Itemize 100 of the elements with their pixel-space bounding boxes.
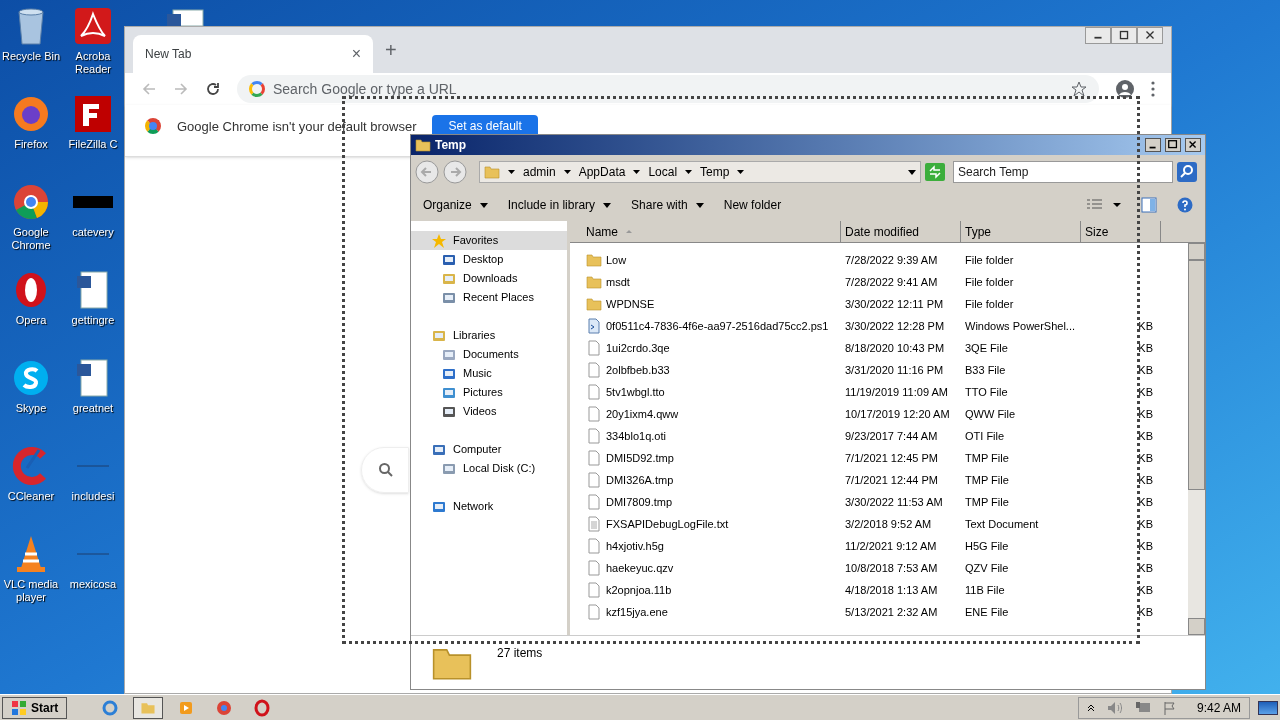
start-button[interactable]: Start xyxy=(2,696,68,719)
folder-icon xyxy=(586,274,602,290)
search-field[interactable]: Search Temp xyxy=(953,161,1173,183)
dropdown-icon[interactable] xyxy=(908,169,916,175)
file-name[interactable]: DMI7809.tmp xyxy=(606,493,673,511)
column-header[interactable]: Type xyxy=(961,221,1081,243)
desktop-icon-label[interactable]: greatnet xyxy=(72,402,114,428)
breadcrumb-item[interactable]: Local xyxy=(648,163,678,181)
desktop-icon-label[interactable]: Google Chrome xyxy=(0,226,62,252)
desktop-icon-label[interactable]: Acroba Reader xyxy=(62,50,124,76)
file-name[interactable]: Low xyxy=(606,251,627,269)
nav-item[interactable]: Libraries xyxy=(411,326,567,345)
toolbar-button[interactable]: Include in library xyxy=(507,196,612,214)
file-name[interactable]: kzf15jya.ene xyxy=(606,603,668,621)
caret-icon[interactable] xyxy=(685,170,693,174)
search-button[interactable] xyxy=(1177,162,1197,182)
desktop-icon[interactable] xyxy=(73,94,113,134)
file-name[interactable]: haekeyuc.qzv xyxy=(606,559,674,577)
nav-item[interactable]: Pictures xyxy=(411,383,567,402)
file-name[interactable]: 20y1ixm4.qww xyxy=(606,405,679,423)
scrollbar[interactable] xyxy=(1188,243,1205,635)
column-header[interactable]: Date modified xyxy=(841,221,961,243)
desktop-icon-label[interactable]: Skype xyxy=(15,402,47,428)
nav-item[interactable]: Videos xyxy=(411,402,567,421)
close-button[interactable] xyxy=(1137,27,1163,44)
reload-icon[interactable] xyxy=(205,81,221,97)
flag-icon[interactable] xyxy=(1162,700,1177,715)
nav-item[interactable]: Recent Places xyxy=(411,288,567,307)
help-icon[interactable] xyxy=(1177,197,1193,213)
column-header[interactable]: Name xyxy=(570,221,841,243)
nav-item[interactable]: Downloads xyxy=(411,269,567,288)
close-button[interactable] xyxy=(1185,138,1201,152)
network-icon[interactable] xyxy=(1134,700,1151,715)
desktop-icon-label[interactable]: VLC media player xyxy=(0,578,62,604)
infobar-message: Google Chrome isn't your default browser xyxy=(177,118,417,136)
nav-item[interactable]: Music xyxy=(411,364,567,383)
file-date: 3/30/2022 11:53 AM xyxy=(844,494,944,510)
toolbar-button[interactable]: New folder xyxy=(723,196,782,214)
file-name[interactable]: 334blo1q.oti xyxy=(606,427,666,445)
profile-icon[interactable] xyxy=(1115,79,1135,99)
nav-item[interactable]: Network xyxy=(411,497,567,516)
desktop-icon[interactable] xyxy=(11,358,51,398)
file-date: 11/19/2019 11:09 AM xyxy=(844,384,949,400)
address-bar[interactable]: admin AppData Local Temp xyxy=(479,161,921,183)
tab-close-button[interactable]: × xyxy=(351,42,361,66)
desktop-icon-label[interactable]: includesi xyxy=(71,490,115,516)
menu-icon[interactable] xyxy=(1151,81,1155,97)
new-tab-button[interactable]: + xyxy=(385,35,397,65)
bookmark-star-icon[interactable] xyxy=(1071,81,1087,97)
file-name[interactable]: msdt xyxy=(606,273,630,291)
breadcrumb-item[interactable]: admin xyxy=(523,163,556,181)
file-name[interactable]: DMI5D92.tmp xyxy=(606,449,674,467)
preview-pane-icon[interactable] xyxy=(1141,197,1157,213)
clock[interactable]: 9:42 AM xyxy=(1196,698,1241,717)
show-desktop-button[interactable] xyxy=(1258,700,1278,715)
caret-icon[interactable] xyxy=(737,170,745,174)
file-name[interactable]: 2olbfbeb.b33 xyxy=(606,361,670,379)
file-name[interactable]: 5tv1wbgl.tto xyxy=(606,383,665,401)
column-header[interactable]: Size xyxy=(1081,221,1161,243)
desktop-icon-label[interactable]: gettingre xyxy=(71,314,115,340)
nav-item[interactable]: Desktop xyxy=(411,250,567,269)
file-name[interactable]: k2opnjoa.11b xyxy=(606,581,672,599)
browser-tab[interactable]: New Tab × xyxy=(133,35,373,73)
desktop-icon-label[interactable]: mexicosa xyxy=(69,578,117,604)
nav-item[interactable]: Favorites xyxy=(411,231,567,250)
desktop-icon[interactable] xyxy=(73,6,113,46)
address-input[interactable]: Search Google or type a URL xyxy=(273,78,1063,100)
nav-item[interactable]: Documents xyxy=(411,345,567,364)
toolbar-button[interactable]: Organize xyxy=(423,196,488,214)
nav-item[interactable]: Local Disk (C:) xyxy=(411,459,567,478)
maximize-button[interactable] xyxy=(1165,138,1181,152)
desktop-icon-label[interactable]: CCleaner xyxy=(7,490,55,516)
caret-icon[interactable] xyxy=(633,170,641,174)
maximize-button[interactable] xyxy=(1111,27,1137,44)
desktop-icon-label[interactable]: Firefox xyxy=(14,138,48,164)
file-date: 10/8/2018 7:53 AM xyxy=(844,560,939,576)
desktop-icon-label[interactable]: Opera xyxy=(15,314,47,340)
chevron-up-icon[interactable] xyxy=(1086,703,1095,712)
caret-icon[interactable] xyxy=(508,170,515,174)
nav-item[interactable]: Computer xyxy=(411,440,567,459)
breadcrumb-item[interactable]: AppData xyxy=(578,163,626,181)
set-default-button[interactable]: Set as default xyxy=(432,115,538,137)
desktop-icon-label[interactable]: FileZilla C xyxy=(68,138,118,164)
breadcrumb-item[interactable]: Temp xyxy=(700,163,730,181)
file-name[interactable]: 0f0511c4-7836-4f6e-aa97-2516dad75cc2.ps1 xyxy=(606,317,829,335)
file-name[interactable]: DMI326A.tmp xyxy=(606,471,674,489)
address-bar[interactable]: Search Google or type a URL xyxy=(237,75,1099,103)
desktop-icon-label[interactable]: Recycle Bin xyxy=(1,50,61,76)
minimize-button[interactable] xyxy=(1145,138,1161,152)
desktop-icon[interactable] xyxy=(11,182,51,222)
file-name[interactable]: 1ui2crdo.3qe xyxy=(606,339,670,357)
folder-icon[interactable] xyxy=(133,696,164,719)
refresh-button[interactable] xyxy=(925,163,945,181)
toolbar-button[interactable]: Share with xyxy=(631,196,704,214)
file-name[interactable]: h4xjotiv.h5g xyxy=(606,537,664,555)
caret-icon[interactable] xyxy=(563,170,571,174)
file-name[interactable]: WPDNSE xyxy=(606,295,655,313)
desktop-icon-label[interactable]: catevery xyxy=(72,226,114,252)
view-options-icon[interactable] xyxy=(1087,199,1121,211)
file-name[interactable]: FXSAPIDebugLogFile.txt xyxy=(606,515,729,533)
